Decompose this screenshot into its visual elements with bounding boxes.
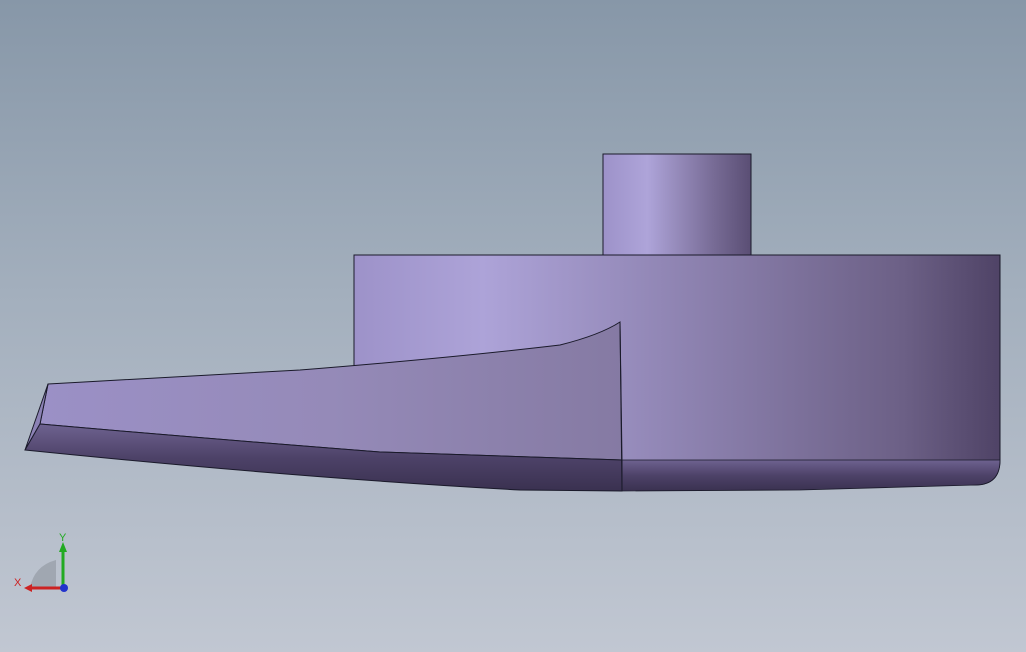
graphics-viewport[interactable]: Y X [0, 0, 1026, 652]
z-axis-dot [60, 584, 68, 592]
boss-cylinder[interactable] [602, 153, 752, 256]
xyz-triad-icon: Y X [14, 532, 68, 592]
x-axis-label: X [14, 577, 22, 589]
triad-plane-shade [30, 560, 56, 588]
part-model-view[interactable] [0, 0, 1026, 652]
hub-bottom-rim [619, 459, 1001, 492]
x-axis-arrow-icon [24, 584, 32, 592]
y-axis-label: Y [59, 532, 67, 544]
